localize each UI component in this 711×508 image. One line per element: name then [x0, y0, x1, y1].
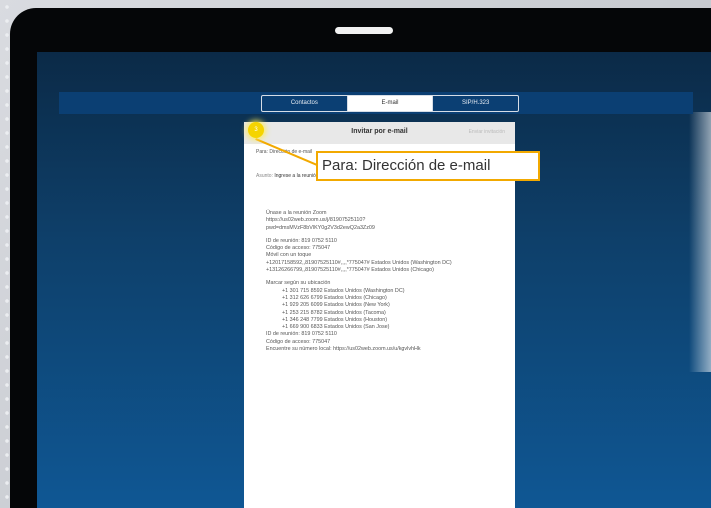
tablet-screen: Contactos E-mail SIP/H.323 Invitar por e…	[37, 52, 711, 508]
step-badge: 3	[248, 122, 264, 138]
dial-number: +1 301 715 8592 Estados Unidos (Washingt…	[282, 287, 405, 294]
dial-number: +1 669 900 6833 Estados Unidos (San Jose…	[282, 324, 390, 331]
invite-tabs: Contactos E-mail SIP/H.323	[261, 95, 519, 112]
message-line: Encuentre su número local: https://us02w…	[266, 346, 421, 353]
message-line: +12017158592,,81907525110#,,,,*775047# E…	[266, 259, 452, 266]
tablet-speaker	[335, 27, 393, 34]
message-line: Código de acceso: 775047	[266, 245, 331, 252]
message-line: Únase a la reunión Zoom	[266, 210, 327, 216]
message-line: Código de acceso: 775047	[266, 338, 331, 345]
invitation-message[interactable]: Únase a la reunión Zoom https://us02web.…	[266, 210, 506, 353]
dial-number: +1 312 626 6799 Estados Unidos (Chicago)	[282, 294, 387, 301]
message-line: Móvil con un toque	[266, 252, 312, 259]
message-line: pwd=dmsMVzF8bVlKY0g2V3d2ewQ2a3Zz09	[266, 224, 375, 231]
dial-number: +1 346 248 7799 Estados Unidos (Houston)	[282, 316, 388, 323]
tablet-frame: Contactos E-mail SIP/H.323 Invitar por e…	[10, 8, 711, 508]
dialog-header: Invitar por e-mail Enviar invitación	[244, 122, 515, 144]
callout-label: Para: Dirección de e-mail	[316, 151, 540, 181]
to-label: Para:	[256, 149, 268, 155]
message-line: +13126266799,,81907525110#,,,,*775047# E…	[266, 267, 434, 274]
tab-email[interactable]: E-mail	[347, 96, 434, 111]
screen-glare	[689, 112, 711, 372]
message-link: https://us02web.zoom.us/j/81907525110?	[266, 217, 366, 224]
dial-number: +1 253 215 8782 Estados Unidos (Tacoma)	[282, 309, 386, 316]
message-line: Marcar según su ubicación	[266, 280, 331, 287]
tab-contactos[interactable]: Contactos	[262, 96, 348, 111]
subject-label: Asunto:	[256, 173, 273, 179]
tab-sip-h323[interactable]: SIP/H.323	[433, 96, 518, 111]
send-invite-button[interactable]: Enviar invitación	[469, 129, 505, 135]
message-line: ID de reunión: 819 0752 5110	[266, 331, 337, 338]
dial-number: +1 929 205 6099 Estados Unidos (New York…	[282, 302, 390, 309]
message-line: ID de reunión: 819 0752 5110	[266, 237, 337, 244]
